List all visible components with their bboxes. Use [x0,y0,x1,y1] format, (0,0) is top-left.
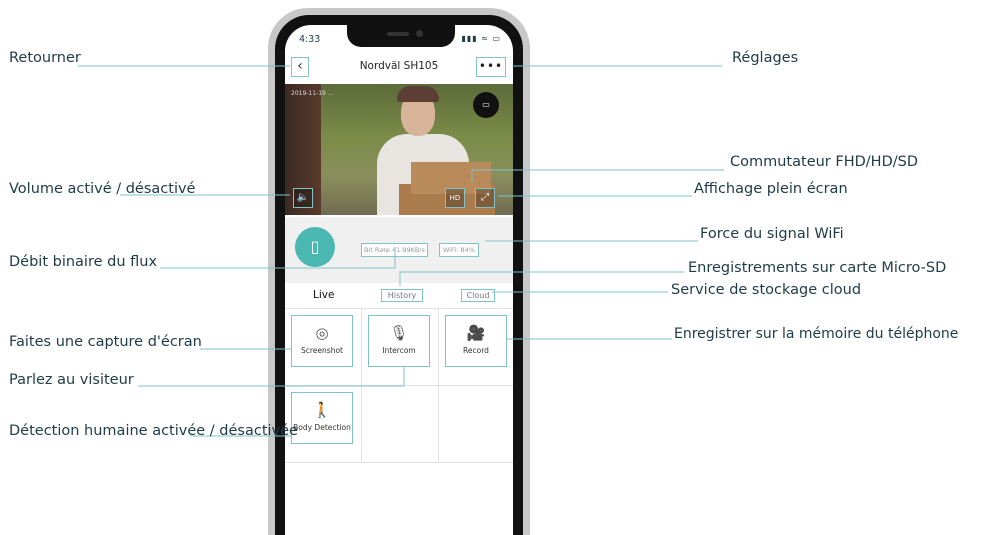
callout-debit: Débit binaire du flux [9,254,158,270]
callout-memoire: Enregistrer sur la mémoire du téléphone [674,326,959,342]
callout-volume: Volume activé / désactivé [9,181,196,197]
callout-capture: Faites une capture d'écran [9,334,202,350]
callout-plein-ecran: Affichage plein écran [694,181,848,197]
leader-debit [160,247,396,269]
callout-cloud: Service de stockage cloud [671,282,862,298]
callout-retourner: Retourner [9,50,81,66]
callout-commutateur: Commutateur FHD/HD/SD [730,154,918,170]
leader-micro-sd [399,271,684,286]
callout-wifi: Force du signal WiFi [700,226,844,242]
callout-detection: Détection humaine activée / désactivée [9,423,298,439]
callout-parlez: Parlez au visiteur [9,372,134,388]
leader-parlez [138,367,405,387]
callout-micro-sd: Enregistrements sur carte Micro-SD [688,260,947,276]
callout-reglages: Réglages [732,50,799,66]
